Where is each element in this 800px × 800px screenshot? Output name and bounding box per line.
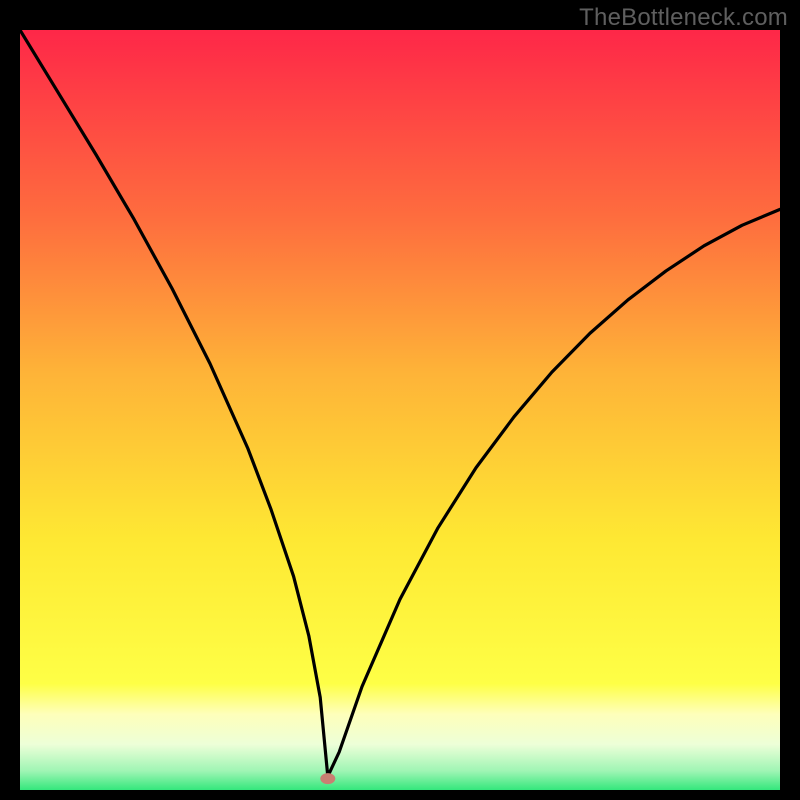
plot-area	[20, 30, 780, 790]
chart-container: TheBottleneck.com	[0, 0, 800, 800]
optimal-point-marker	[320, 773, 335, 784]
gradient-background	[20, 30, 780, 790]
plot-svg	[20, 30, 780, 790]
watermark-text: TheBottleneck.com	[579, 4, 788, 32]
